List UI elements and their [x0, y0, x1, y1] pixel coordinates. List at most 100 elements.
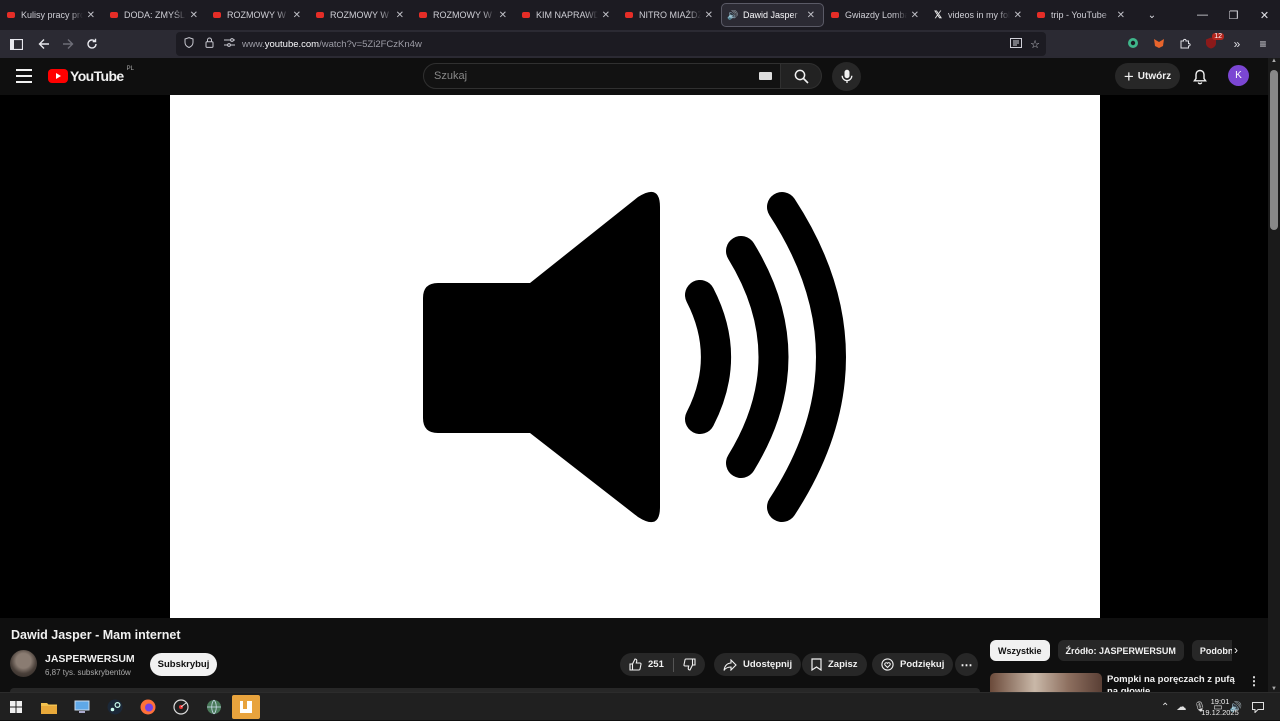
create-label: Utwórz [1137, 70, 1172, 82]
browser-tab[interactable]: Gwiazdy Lombardu ✕ [824, 3, 927, 27]
tab-title: DODA: ZMYŚLONE [124, 10, 186, 20]
chevron-right-icon[interactable]: › [1234, 643, 1238, 657]
file-explorer-icon[interactable] [39, 697, 59, 717]
search-input[interactable]: Szukaj [423, 63, 781, 89]
fox-extension-icon[interactable] [1150, 37, 1168, 52]
page-scrollbar[interactable]: ▲ ▼ [1268, 58, 1280, 692]
thumbs-up-icon [629, 658, 642, 671]
minimize-icon[interactable]: — [1187, 9, 1218, 21]
permissions-icon[interactable] [222, 38, 236, 50]
speaker-volume-icon [423, 191, 846, 523]
browser-tab[interactable]: 🔊 Dawid Jasper ✕ [721, 3, 824, 27]
account-avatar[interactable]: K [1228, 65, 1249, 86]
filter-chips: Wszystkie Źródło: JASPERWERSUM Podobne [990, 640, 1232, 661]
sidebar-toggle-icon[interactable] [4, 32, 28, 56]
recommended-thumbnail[interactable] [990, 673, 1102, 692]
reload-icon[interactable] [80, 32, 104, 56]
remote-desktop-icon[interactable] [72, 697, 92, 717]
forward-icon[interactable] [56, 32, 80, 56]
taskbar-clock[interactable]: 19:01 19.12.2025 [1200, 696, 1240, 718]
video-frame[interactable] [170, 95, 1100, 618]
steam-icon[interactable] [105, 697, 125, 717]
browser-tab[interactable]: ROZMOWY W TOK ✕ [412, 3, 515, 27]
thanks-label: Podziękuj [900, 659, 945, 670]
shield-icon[interactable] [182, 37, 196, 51]
scroll-up-icon[interactable]: ▲ [1270, 58, 1278, 64]
video-player[interactable] [0, 95, 1268, 618]
tab-close-icon[interactable]: ✕ [1117, 10, 1125, 21]
lock-icon[interactable] [202, 37, 216, 51]
scrollbar-thumb[interactable] [1270, 70, 1278, 230]
windows-taskbar: ⌃ ☁ 🎙 ▭ 🔊 19:01 19.12.2025 [0, 692, 1280, 720]
channel-avatar[interactable] [10, 650, 37, 677]
youtube-icon [1036, 10, 1046, 20]
tab-close-icon[interactable]: ✕ [602, 10, 610, 21]
create-button[interactable]: + Utwórz [1115, 63, 1180, 89]
overflow-chevrons-icon[interactable]: » [1228, 37, 1246, 51]
tab-close-icon[interactable]: ✕ [396, 10, 404, 21]
search-placeholder: Szukaj [434, 70, 468, 82]
tab-close-icon[interactable]: ✕ [293, 10, 301, 21]
tab-close-icon[interactable]: ✕ [911, 10, 919, 21]
tab-close-icon[interactable]: ✕ [87, 10, 95, 21]
browser-tab[interactable]: ROZMOWY W TOK ✕ [206, 3, 309, 27]
app-menu-icon[interactable]: ≡ [1254, 37, 1272, 51]
back-icon[interactable] [32, 32, 56, 56]
save-button[interactable]: Zapisz [802, 653, 867, 676]
notifications-icon[interactable] [1250, 699, 1266, 715]
tab-close-icon[interactable]: ✕ [705, 10, 713, 21]
filter-chip[interactable]: Źródło: JASPERWERSUM [1057, 640, 1184, 661]
tab-title: Dawid Jasper [743, 10, 798, 20]
thanks-button[interactable]: Podziękuj [872, 653, 954, 676]
channel-name[interactable]: JASPERWERSUM [45, 653, 135, 665]
tab-close-icon[interactable]: ✕ [807, 10, 815, 21]
more-actions-icon[interactable]: ⋯ [955, 653, 978, 676]
search-icon [794, 69, 809, 84]
tab-close-icon[interactable]: ✕ [499, 10, 507, 21]
restore-icon[interactable]: ❐ [1218, 9, 1249, 22]
tab-close-icon[interactable]: ✕ [190, 10, 198, 21]
tray-expand-icon[interactable]: ⌃ [1161, 702, 1169, 713]
app-globe-icon[interactable] [204, 697, 224, 717]
browser-tab[interactable]: DODA: ZMYŚLONE ✕ [103, 3, 206, 27]
browser-tab[interactable]: 𝕏videos in my folder ✕ [927, 3, 1030, 27]
windows-start-icon[interactable] [6, 697, 26, 717]
voice-search-button[interactable] [832, 62, 861, 91]
search-button[interactable] [781, 63, 822, 89]
share-icon [723, 658, 737, 671]
firefox-icon[interactable] [138, 697, 158, 717]
thumbs-down-icon [683, 658, 696, 671]
keyboard-icon[interactable] [759, 72, 772, 80]
share-button[interactable]: Udostępnij [714, 653, 802, 676]
extensions-puzzle-icon[interactable] [1176, 37, 1194, 52]
bookmark-star-icon[interactable]: ☆ [1030, 38, 1040, 51]
address-bar[interactable]: www.youtube.com/watch?v=5Zi2FCzKn4w ☆ [176, 32, 1046, 56]
close-window-icon[interactable]: ✕ [1249, 9, 1280, 22]
browser-tab[interactable]: Kulisy pracy prosty ✕ [0, 3, 103, 27]
disk-tool-icon[interactable] [171, 697, 191, 717]
bookmark-icon [811, 658, 822, 671]
dislike-button[interactable] [674, 653, 705, 676]
browser-tab[interactable]: KIM NAPRAWDĘ J ✕ [515, 3, 618, 27]
recommended-title[interactable]: Pompki na poręczach z pufą na głowie [1107, 674, 1243, 692]
notifications-bell-icon[interactable] [1190, 67, 1210, 87]
filter-chip[interactable]: Podobne [1191, 640, 1232, 661]
subscribe-button[interactable]: Subskrybuj [150, 653, 217, 676]
filter-chip[interactable]: Wszystkie [990, 640, 1050, 661]
browser-tab[interactable]: NITRO MIAŻDŻY ✕ [618, 3, 721, 27]
youtube-logo[interactable]: YouTube PL [48, 66, 134, 84]
active-app-icon[interactable] [232, 695, 260, 719]
guide-menu-icon[interactable] [16, 69, 32, 83]
browser-tab-strip: Kulisy pracy prosty✕DODA: ZMYŚLONE✕ROZMO… [0, 0, 1280, 30]
browser-tab[interactable]: trip - YouTube ✕ [1030, 3, 1133, 27]
reader-view-icon[interactable] [1010, 37, 1023, 51]
youtube-masthead: YouTube PL Szukaj + Utwórz K [0, 58, 1268, 95]
ublock-extension-icon[interactable]: 12 [1202, 32, 1224, 52]
browser-tab[interactable]: ROZMOWY W TOK ✕ [309, 3, 412, 27]
tab-close-icon[interactable]: ✕ [1014, 10, 1022, 21]
onedrive-icon[interactable]: ☁ [1176, 702, 1186, 713]
like-button[interactable]: 251 [620, 653, 673, 676]
vpn-extension-icon[interactable] [1124, 37, 1142, 52]
tab-list-chevron-icon[interactable]: ⌄ [1139, 10, 1165, 21]
recommended-menu-icon[interactable]: ⋮ [1248, 674, 1260, 688]
